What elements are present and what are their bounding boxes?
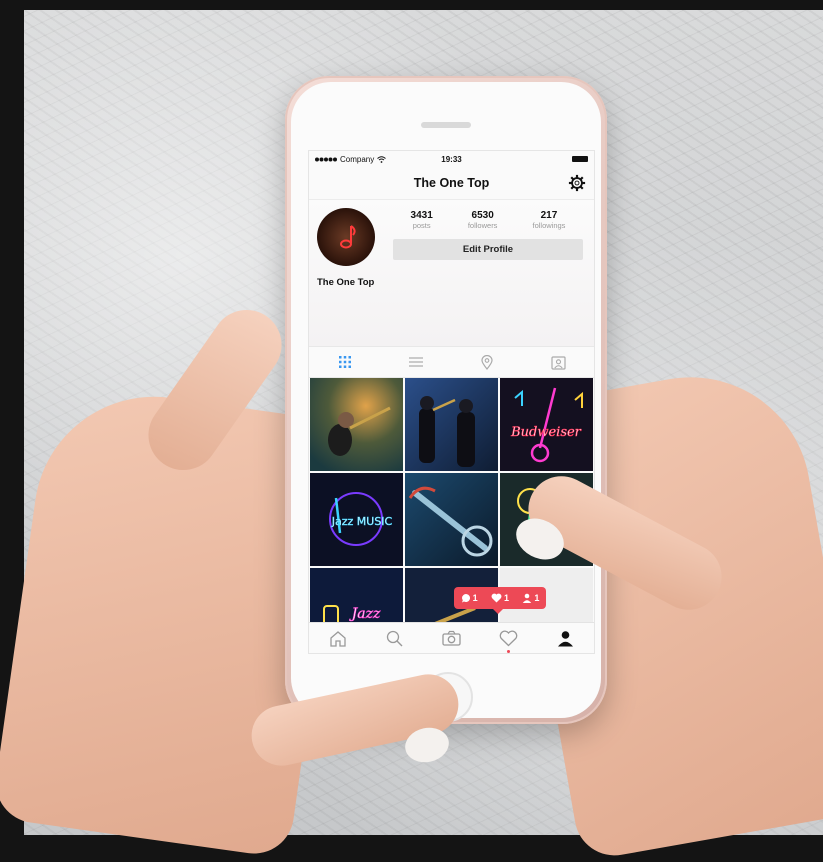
camera-icon (442, 630, 461, 646)
neon-note-logo-icon (340, 225, 356, 249)
likes-count: 1 (503, 593, 509, 603)
post-tile[interactable]: Jazz MUSIC (310, 473, 403, 566)
nav-profile[interactable] (555, 627, 577, 649)
location-pin-icon (481, 354, 493, 370)
comments-count: 1 (472, 593, 478, 603)
nav-search[interactable] (384, 627, 406, 649)
stat-followings[interactable]: 217 followings (533, 210, 566, 230)
page-title: The One Top (413, 176, 490, 190)
status-bar: Company 19:33 (309, 151, 594, 167)
heart-icon (499, 630, 518, 646)
activity-notification-badge[interactable]: 1 1 1 (454, 587, 546, 614)
tagged-person-icon (551, 355, 566, 370)
profile-tabs (309, 346, 594, 378)
tile-caption-jazz-music: Jazz MUSIC (331, 515, 393, 528)
follows-count: 1 (534, 593, 540, 603)
home-icon (329, 630, 346, 647)
edit-profile-button[interactable]: Edit Profile (393, 239, 583, 260)
profile-stats: 3431 posts 6530 followers 217 followings (393, 210, 583, 230)
comments-count-group: 1 (461, 593, 478, 603)
stat-posts-value: 3431 (410, 210, 433, 221)
top-nav-bar: The One Top (309, 167, 594, 200)
grid-icon (338, 356, 351, 368)
profile-icon (558, 630, 573, 646)
search-icon (386, 630, 403, 646)
status-time: 19:33 (441, 154, 462, 164)
gear-icon[interactable] (568, 174, 586, 192)
tile-caption-jazz: Jazz (349, 606, 381, 622)
stat-followings-value: 217 (540, 210, 558, 221)
stat-followers-label: followers (467, 221, 498, 230)
stat-followings-label: followings (532, 221, 566, 230)
avatar[interactable] (317, 208, 375, 266)
profile-name: The One Top (317, 277, 375, 288)
nav-home[interactable] (327, 627, 349, 649)
comment-bubble-icon (461, 594, 470, 603)
person-icon (523, 593, 532, 603)
app-screen: Company 19:33 The One Top 3431 posts 653… (308, 150, 595, 654)
stat-followers[interactable]: 6530 followers (468, 210, 498, 230)
nav-camera[interactable] (441, 627, 463, 649)
tab-location[interactable] (477, 352, 497, 372)
nav-activity[interactable] (498, 627, 520, 653)
tab-grid[interactable] (335, 352, 355, 372)
tile-caption-budweiser: Budweiser (510, 425, 582, 440)
post-tile[interactable] (405, 473, 498, 566)
stat-followers-value: 6530 (471, 210, 494, 221)
stat-posts-label: posts (412, 221, 431, 230)
post-tile[interactable] (310, 378, 403, 471)
heart-filled-icon (491, 593, 502, 603)
stat-posts[interactable]: 3431 posts (411, 210, 433, 230)
likes-count-group: 1 (491, 593, 509, 603)
profile-header: 3431 posts 6530 followers 217 followings… (309, 200, 594, 346)
tab-tagged[interactable] (548, 352, 568, 372)
post-tile[interactable]: Budweiser (500, 378, 593, 471)
phone-earpiece (421, 122, 471, 128)
follows-count-group: 1 (522, 593, 539, 603)
bottom-tab-bar (309, 622, 594, 653)
tab-list[interactable] (406, 352, 426, 372)
post-tile[interactable] (405, 378, 498, 471)
list-icon (408, 357, 423, 367)
